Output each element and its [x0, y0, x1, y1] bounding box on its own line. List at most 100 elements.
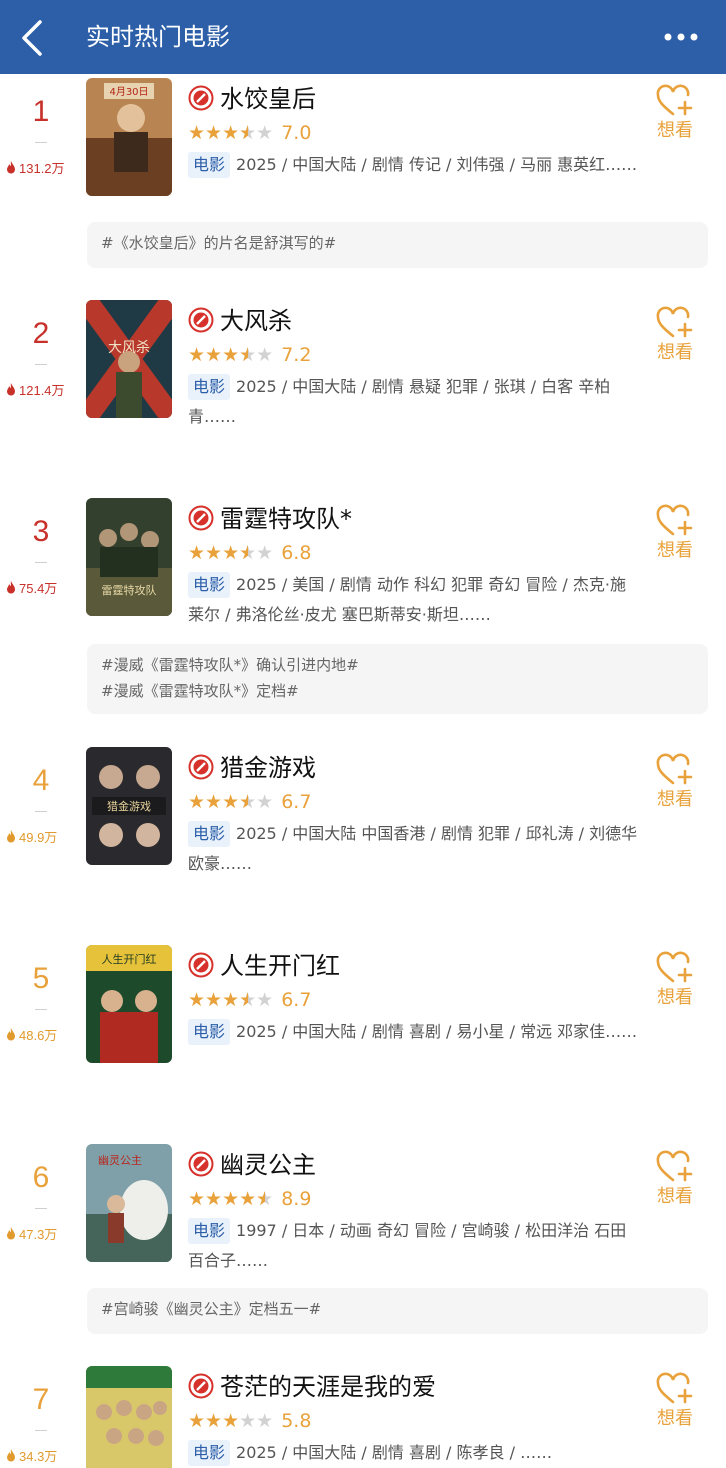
- title-row: 水饺皇后: [188, 82, 316, 116]
- movie-info: 电影 2025 / 美国 / 剧情 动作 科幻 犯罪 奇幻 冒险 / 杰克·施莱尔…: [188, 570, 638, 630]
- movie-title[interactable]: 幽灵公主: [220, 1151, 316, 1179]
- heart-plus-icon: [656, 1372, 693, 1404]
- topic-link[interactable]: #漫威《雷霆特攻队*》确认引进内地#: [101, 652, 694, 678]
- rank-number: 5: [32, 962, 50, 995]
- rating-score: 5.8: [281, 1410, 312, 1432]
- poster-text: 幽灵公主: [98, 1154, 142, 1167]
- want-button[interactable]: 想看: [650, 504, 700, 564]
- flame-icon: [7, 383, 15, 396]
- rating-score: 8.9: [281, 1188, 312, 1210]
- title-row: 苍茫的天涯是我的爱: [188, 1370, 436, 1404]
- want-button[interactable]: 想看: [650, 1150, 700, 1210]
- page-title: 实时热门电影: [86, 23, 230, 51]
- rating-score: 6.8: [281, 542, 312, 564]
- want-button[interactable]: 想看: [650, 951, 700, 1011]
- poster-text: 人生开门红: [102, 952, 157, 966]
- movie-title[interactable]: 雷霆特攻队*: [220, 505, 352, 533]
- type-tag: 电影: [188, 152, 231, 178]
- type-tag: 电影: [188, 572, 231, 598]
- rating-row: ★★★★★ 5.8: [188, 1410, 311, 1434]
- movie-poster[interactable]: 大风杀: [86, 300, 172, 418]
- movie-info: 电影 2025 / 中国大陆 / 剧情 传记 / 刘伟强 / 马丽 惠英红……: [188, 150, 638, 180]
- rating-row: ★★★★★★ 7.0: [188, 122, 311, 146]
- heat-count: 121.4万: [6, 382, 86, 400]
- poster-text: 猎金游戏: [107, 799, 151, 813]
- flame-icon: [7, 161, 15, 174]
- type-tag: 电影: [188, 1019, 231, 1045]
- heart-plus-icon: [656, 84, 693, 116]
- topic-box: #宫崎骏《幽灵公主》定档五一#: [87, 1288, 708, 1334]
- heart-plus-icon: [656, 951, 693, 983]
- movie-info: 电影 2025 / 中国大陆 / 剧情 喜剧 / 易小星 / 常远 邓家佳……: [188, 1017, 638, 1047]
- rank-number: 4: [32, 764, 50, 797]
- topic-link[interactable]: #《水饺皇后》的片名是舒淇写的#: [101, 230, 694, 256]
- rank-number: 6: [32, 1161, 50, 1194]
- movie-title[interactable]: 猎金游戏: [220, 754, 316, 782]
- movie-title[interactable]: 人生开门红: [220, 952, 340, 980]
- rank-divider: [35, 562, 47, 563]
- want-button[interactable]: 想看: [650, 306, 700, 366]
- heat-count: 34.3万: [6, 1448, 86, 1466]
- play-badge-icon: [188, 307, 214, 333]
- rank-divider: [35, 811, 47, 812]
- play-badge-icon: [188, 505, 214, 531]
- star-rating: ★★★★★: [188, 1410, 274, 1432]
- heart-plus-icon: [656, 306, 693, 338]
- rank-divider: [35, 1430, 47, 1431]
- rank-number: 7: [32, 1383, 50, 1416]
- rank-divider: [35, 142, 47, 143]
- rank-number: 1: [32, 95, 50, 128]
- play-badge-icon: [188, 952, 214, 978]
- heat-count: 48.6万: [6, 1027, 86, 1045]
- want-label: 想看: [657, 1408, 693, 1429]
- movie-info: 电影 2025 / 中国大陆 中国香港 / 剧情 犯罪 / 邱礼涛 / 刘德华 欧…: [188, 819, 638, 879]
- want-button[interactable]: 想看: [650, 753, 700, 813]
- topic-link[interactable]: #漫威《雷霆特攻队*》定档#: [101, 678, 694, 704]
- movie-item[interactable]: 6 47.3万 幽灵公主 幽灵公主 ★★★★★★ 8.9 电影1997 / 日本 …: [0, 1144, 726, 1284]
- topic-box: #漫威《雷霆特攻队*》确认引进内地# #漫威《雷霆特攻队*》定档#: [87, 644, 708, 714]
- type-tag: 电影: [188, 1440, 231, 1466]
- movie-item[interactable]: 3 75.4万 雷霆特攻队 雷霆特攻队* ★★★★★★ 6.8 电影2025 / …: [0, 498, 726, 638]
- rank-number: 2: [32, 317, 50, 350]
- rating-row: ★★★★★★ 6.8: [188, 542, 311, 566]
- back-arrow-icon[interactable]: [16, 18, 52, 58]
- more-options-icon[interactable]: [662, 24, 702, 50]
- movie-info: 电影 2025 / 中国大陆 / 剧情 喜剧 / 陈孝良 / ……: [188, 1438, 638, 1468]
- rank-divider: [35, 1009, 47, 1010]
- flame-icon: [7, 830, 15, 843]
- star-rating: ★★★★★★: [188, 122, 274, 144]
- movie-item[interactable]: 7 34.3万 苍茫的天涯是我的爱 ★★★★★ 5.8 电影 2025 / 中国大陆…: [0, 1366, 726, 1468]
- title-row: 人生开门红: [188, 949, 340, 983]
- movie-info: 电影 2025 / 中国大陆 / 剧情 悬疑 犯罪 / 张琪 / 白客 辛柏青……: [188, 372, 638, 432]
- title-row: 幽灵公主: [188, 1148, 316, 1182]
- poster-text: 大风杀: [108, 340, 150, 356]
- movie-poster[interactable]: 4月30日: [86, 78, 172, 196]
- movie-title[interactable]: 大风杀: [220, 307, 292, 335]
- want-label: 想看: [657, 789, 693, 810]
- movie-info: 电影 1997 / 日本 / 动画 奇幻 冒险 / 宫崎骏 / 松田洋治 石田百合…: [188, 1216, 638, 1276]
- movie-poster[interactable]: 猎金游戏: [86, 747, 172, 865]
- poster-text: 4月30日: [109, 86, 148, 98]
- movie-poster[interactable]: 雷霆特攻队: [86, 498, 172, 616]
- movie-item[interactable]: 5 48.6万 人生开门红 人生开门红 ★★★★★★ 6.7 电影2025 / 中…: [0, 945, 726, 1085]
- topic-box: #《水饺皇后》的片名是舒淇写的#: [87, 222, 708, 268]
- heat-count: 131.2万: [6, 160, 86, 178]
- movie-title[interactable]: 苍茫的天涯是我的爱: [220, 1373, 436, 1401]
- movie-item[interactable]: 4 49.9万 猎金游戏 猎金游戏 ★★★★★★ 6.7 电影2025 / 中国大…: [0, 747, 726, 887]
- topic-link[interactable]: #宫崎骏《幽灵公主》定档五一#: [101, 1296, 694, 1322]
- rank-divider: [35, 364, 47, 365]
- type-tag: 电影: [188, 821, 231, 847]
- movie-title[interactable]: 水饺皇后: [220, 85, 316, 113]
- want-label: 想看: [657, 342, 693, 363]
- want-button[interactable]: 想看: [650, 84, 700, 144]
- heart-plus-icon: [656, 1150, 693, 1182]
- movie-poster[interactable]: 幽灵公主: [86, 1144, 172, 1262]
- flame-icon: [7, 1227, 15, 1240]
- movie-item[interactable]: 2 121.4万 大风杀 大风杀 ★★★★★★ 7.2 电影2025 / 中国大陆…: [0, 300, 726, 480]
- movie-poster[interactable]: 人生开门红: [86, 945, 172, 1063]
- title-row: 猎金游戏: [188, 751, 316, 785]
- want-label: 想看: [657, 540, 693, 561]
- movie-poster[interactable]: [86, 1366, 172, 1468]
- want-label: 想看: [657, 987, 693, 1008]
- want-button[interactable]: 想看: [650, 1372, 700, 1432]
